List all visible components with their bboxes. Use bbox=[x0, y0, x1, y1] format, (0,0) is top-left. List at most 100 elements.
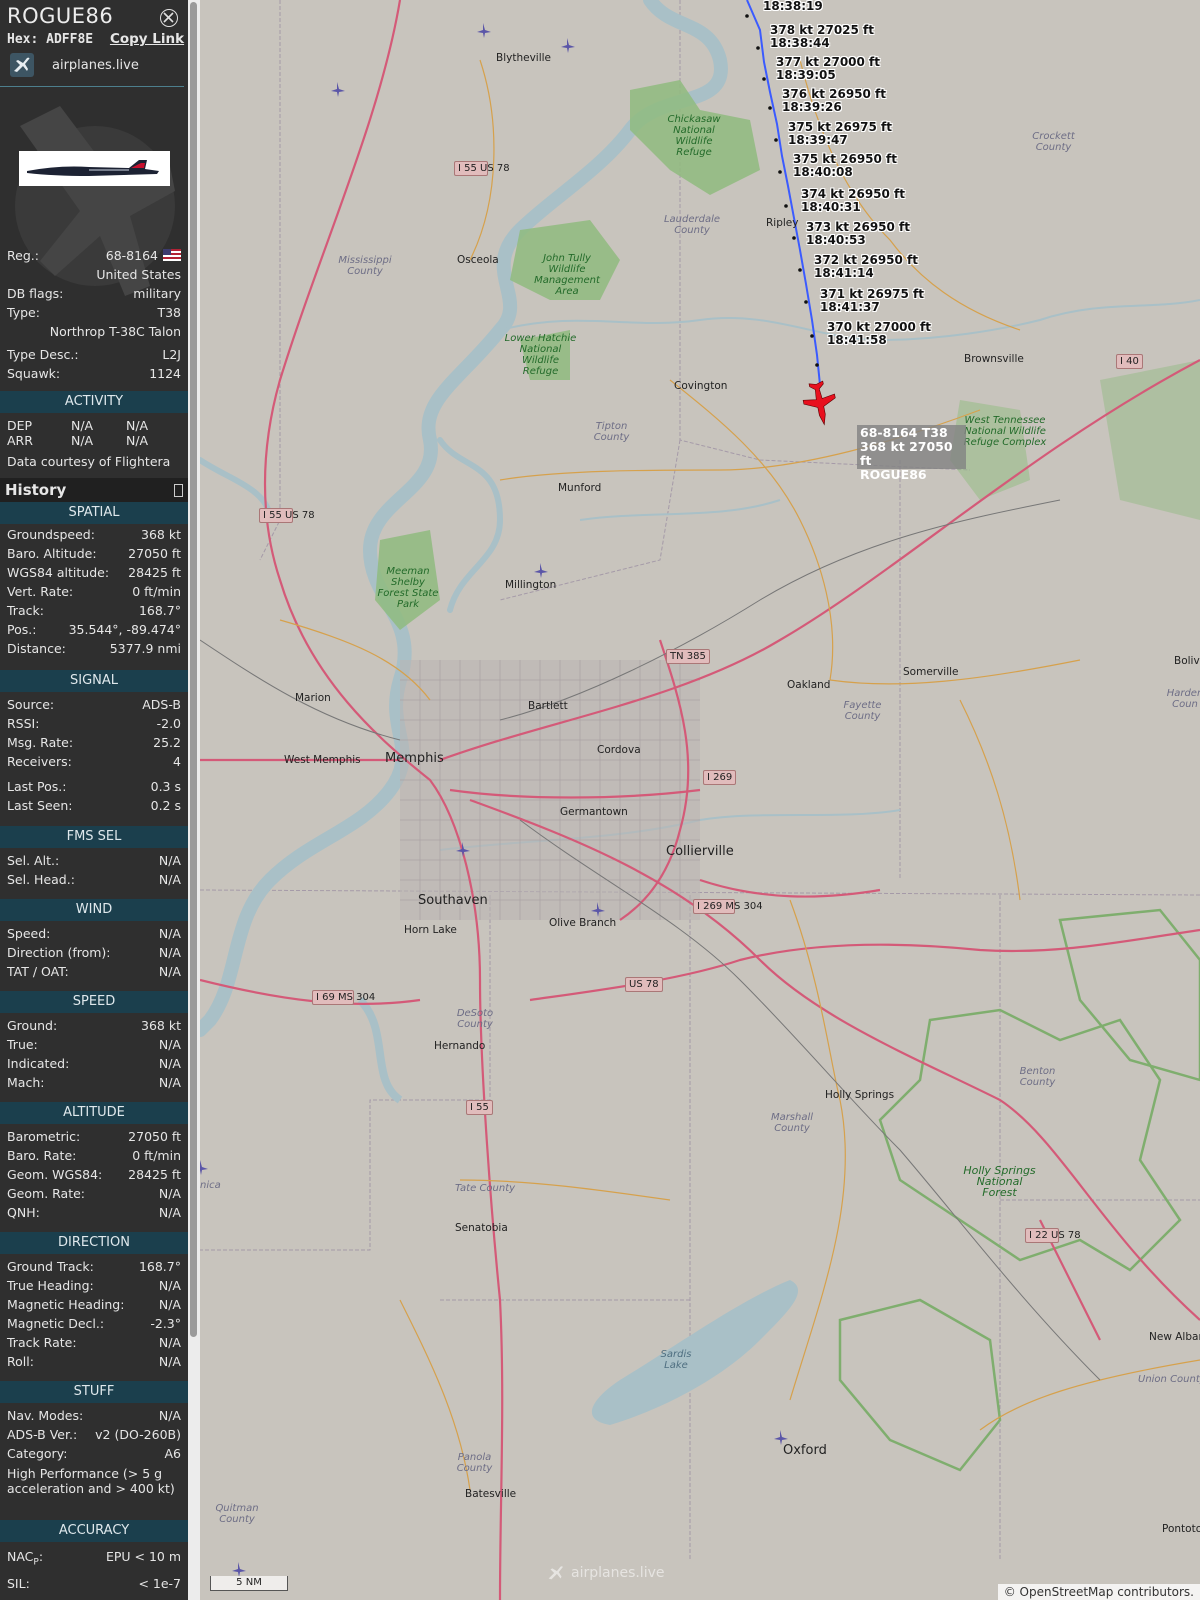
watermark-text: airplanes.live bbox=[571, 1565, 665, 1581]
signal-row-label: Last Pos.: bbox=[7, 779, 67, 794]
dep-row: DEP N/A N/A bbox=[7, 418, 148, 433]
spatial-row: Track: 168.7° bbox=[7, 603, 181, 618]
spatial-row-label: WGS84 altitude: bbox=[7, 565, 110, 580]
airplanes-live-watermark-icon bbox=[548, 1566, 563, 1580]
nacp-row: NACP: EPU < 10 m bbox=[7, 1549, 181, 1568]
direction-row-value: N/A bbox=[158, 1354, 181, 1369]
section-wind: WIND bbox=[0, 899, 188, 921]
map-view[interactable]: Blytheville Osceola Covington Ripley Bro… bbox=[200, 0, 1200, 1600]
flightera-link[interactable]: Flightera bbox=[115, 454, 170, 469]
speed-row-value: 368 kt bbox=[141, 1018, 181, 1033]
speed-row: Mach: N/A bbox=[7, 1075, 181, 1090]
altitude-row-value: N/A bbox=[158, 1205, 181, 1220]
town-label: Horn Lake bbox=[404, 924, 457, 936]
copy-link[interactable]: Copy Link bbox=[110, 31, 184, 47]
highway-shield: US 78 bbox=[625, 977, 663, 992]
town-label: Blytheville bbox=[496, 52, 551, 64]
arr-value-1: N/A bbox=[71, 433, 94, 448]
altitude-row-label: QNH: bbox=[7, 1205, 40, 1220]
town-label: Southaven bbox=[418, 893, 488, 908]
header-divider bbox=[0, 86, 184, 87]
altitude-row-value: 28425 ft bbox=[128, 1167, 181, 1182]
squawk-value: 1124 bbox=[149, 366, 181, 381]
county-label: Union County bbox=[1138, 1374, 1200, 1385]
county-label: Quitman County bbox=[215, 1503, 259, 1525]
history-toggle-icon[interactable] bbox=[174, 484, 183, 497]
town-label: Somerville bbox=[903, 666, 959, 678]
altitude-row-label: Geom. WGS84: bbox=[7, 1167, 103, 1182]
scrollbar-thumb[interactable] bbox=[190, 2, 197, 1337]
county-label: Panola County bbox=[456, 1452, 493, 1474]
arr-row: ARR N/A N/A bbox=[7, 433, 148, 448]
direction-row-value: -2.3° bbox=[150, 1316, 181, 1331]
town-label: Millington bbox=[505, 579, 557, 591]
scale-bar: 5 NM bbox=[210, 1576, 288, 1591]
track-point-label: 375 kt 26975 ft 18:39:47 bbox=[788, 121, 892, 147]
signal-row: Last Pos.: 0.3 s bbox=[7, 779, 181, 794]
track-point-label: 371 kt 26975 ft 18:41:37 bbox=[820, 288, 924, 314]
stuff-row-label: ADS-B Ver.: bbox=[7, 1427, 78, 1442]
reg-value: 68-8164 bbox=[105, 248, 158, 263]
history-toggle[interactable]: History bbox=[0, 478, 188, 504]
county-label: nica bbox=[200, 1180, 221, 1191]
category-description: High Performance (> 5 g acceleration and… bbox=[7, 1466, 175, 1496]
county-label: Tate County bbox=[455, 1183, 516, 1194]
wind-row: TAT / OAT: N/A bbox=[7, 964, 181, 979]
speed-row-label: Mach: bbox=[7, 1075, 45, 1090]
direction-row: Roll: N/A bbox=[7, 1354, 181, 1369]
fms-row-label: Sel. Alt.: bbox=[7, 853, 60, 868]
callsign-title: ROGUE86 bbox=[7, 4, 114, 28]
spatial-row-label: Pos.: bbox=[7, 622, 37, 637]
osm-link[interactable]: OpenStreetMap bbox=[1020, 1585, 1114, 1599]
fms-row: Sel. Alt.: N/A bbox=[7, 853, 181, 868]
speed-row-label: Indicated: bbox=[7, 1056, 70, 1071]
type-label: Type: bbox=[7, 305, 40, 320]
aircraft-label-reg: 68-8164 T38 bbox=[860, 425, 948, 440]
county-label: Marshall County bbox=[770, 1112, 814, 1134]
county-label: Crockett County bbox=[1032, 131, 1075, 153]
us-flag-icon bbox=[163, 249, 181, 261]
stuff-row-value: v2 (DO-260B) bbox=[95, 1427, 181, 1442]
signal-row: RSSI: -2.0 bbox=[7, 716, 181, 731]
county-label: Tipton County bbox=[593, 421, 630, 443]
altitude-row-label: Geom. Rate: bbox=[7, 1186, 86, 1201]
track-point-label: 373 kt 26950 ft 18:40:53 bbox=[806, 221, 910, 247]
dbflags-row: DB flags: military bbox=[7, 286, 181, 301]
track-label-time: 18:39:26 bbox=[782, 100, 842, 114]
town-label: Batesville bbox=[465, 1488, 517, 1500]
altitude-row: Geom. WGS84: 28425 ft bbox=[7, 1167, 181, 1182]
highway-shield: I 269 MS 304 bbox=[693, 899, 763, 914]
source-link[interactable]: airplanes.live bbox=[10, 52, 139, 78]
town-label: Pontotoc bbox=[1162, 1523, 1200, 1535]
highway-shield: I 55 bbox=[466, 1100, 493, 1115]
altitude-row-value: N/A bbox=[158, 1186, 181, 1201]
hex-value: ADFF8E bbox=[46, 32, 94, 47]
type-value: T38 bbox=[157, 305, 181, 320]
park-label: Meeman Shelby Forest State Park bbox=[377, 566, 439, 610]
fms-row-label: Sel. Head.: bbox=[7, 872, 75, 887]
altitude-row: Baro. Rate: 0 ft/min bbox=[7, 1148, 181, 1163]
aircraft-photo[interactable] bbox=[19, 151, 170, 186]
spatial-row-label: Baro. Altitude: bbox=[7, 546, 97, 561]
type-name: Northrop T-38C Talon bbox=[49, 324, 181, 339]
aircraft-label-callsign: ROGUE86 bbox=[860, 467, 927, 482]
spatial-row: Distance: 5377.9 nmi bbox=[7, 641, 181, 656]
dep-label: DEP bbox=[7, 418, 33, 433]
section-activity: ACTIVITY bbox=[0, 391, 188, 413]
fms-row: Sel. Head.: N/A bbox=[7, 872, 181, 887]
aircraft-label[interactable]: 68-8164 T38 368 kt 27050 ft ROGUE86 bbox=[857, 425, 966, 482]
stuff-row-label: Category: bbox=[7, 1446, 68, 1461]
altitude-row: Barometric: 27050 ft bbox=[7, 1129, 181, 1144]
track-point-label: 377 kt 27000 ft 18:39:05 bbox=[776, 56, 880, 82]
spatial-row: Groundspeed: 368 kt bbox=[7, 527, 181, 542]
stuff-row-label: Nav. Modes: bbox=[7, 1408, 84, 1423]
signal-row: Source: ADS-B bbox=[7, 697, 181, 712]
town-label: Marion bbox=[295, 692, 331, 704]
highway-shield: I 22 US 78 bbox=[1025, 1228, 1081, 1243]
typedesc-row: Type Desc.: L2J bbox=[7, 347, 181, 362]
close-icon[interactable] bbox=[160, 9, 178, 27]
spatial-row-label: Vert. Rate: bbox=[7, 584, 74, 599]
highway-shield: I 55 US 78 bbox=[454, 161, 510, 176]
signal-row: Last Seen: 0.2 s bbox=[7, 798, 181, 813]
sidebar-scrollbar[interactable] bbox=[188, 0, 200, 1600]
